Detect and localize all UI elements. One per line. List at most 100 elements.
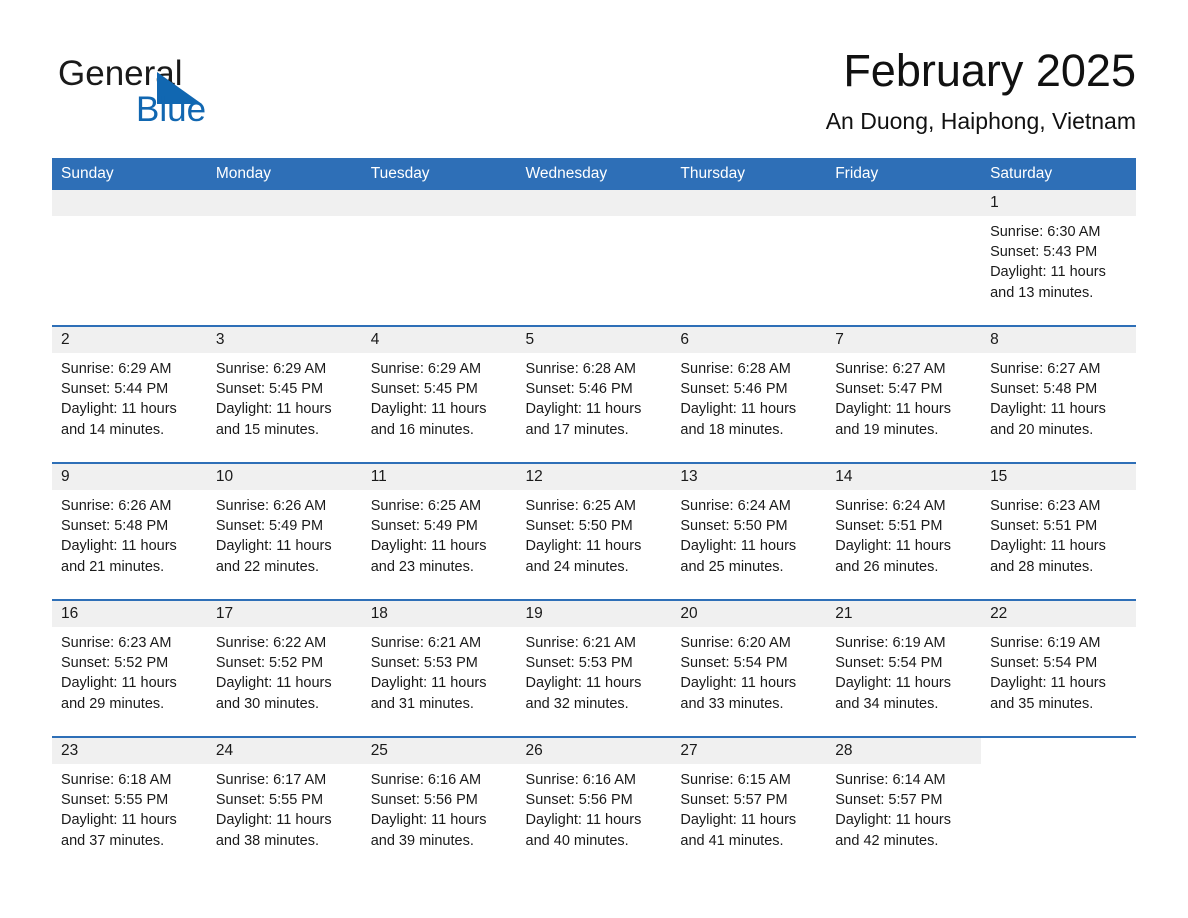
daylight-duration-line2: and 40 minutes. [525,832,629,849]
calendar-day-cell[interactable]: 11 Sunrise: 6:25 AM Sunset: 5:49 PM Dayligh… [361,462,517,600]
daylight-duration-line1: Daylight: 11 hours [990,675,1106,692]
day-number: 5 [516,327,672,353]
daylight-duration-line1: Daylight: 11 hours [370,812,487,829]
day-details: Sunrise: 6:26 AM Sunset: 5:49 PM Daylight:… [207,490,362,577]
daylight-duration-line1: Daylight: 11 hours [990,401,1106,418]
calendar-day-cell[interactable]: 9 Sunrise: 6:26 AM Sunset: 5:48 PM Daylight… [52,462,207,600]
sunrise-time: Sunrise: 6:29 AM [61,361,172,377]
calendar-day-cell[interactable]: 18 Sunrise: 6:21 AM Sunset: 5:53 PM Dayligh… [361,599,517,737]
calendar-day-cell-empty [206,190,362,326]
daylight-duration-line1: Daylight: 11 hours [61,675,177,692]
day-number: 27 [671,738,827,764]
sunset-time: Sunset: 5:53 PM [370,655,478,672]
calendar-day-cell[interactable]: 7 Sunrise: 6:27 AM Sunset: 5:47 PM Daylight… [826,325,982,463]
daylight-duration-line1: Daylight: 11 hours [215,812,332,829]
day-number: 17 [206,601,362,627]
weekday-header-saturday: Saturday [981,158,1136,190]
calendar-day-cell[interactable]: 5 Sunrise: 6:28 AM Sunset: 5:46 PM Daylight… [516,325,672,463]
day-number: 23 [52,738,207,764]
day-details: Sunrise: 6:25 AM Sunset: 5:50 PM Daylight:… [517,490,672,577]
calendar-day-cell[interactable]: 22 Sunrise: 6:19 AM Sunset: 5:54 PM Dayligh… [981,599,1136,737]
day-number: 4 [361,327,517,353]
sunset-time: Sunset: 5:46 PM [525,381,633,398]
calendar-day-cell[interactable]: 4 Sunrise: 6:29 AM Sunset: 5:45 PM Daylight… [361,325,517,463]
calendar-day-cell[interactable]: 21 Sunrise: 6:19 AM Sunset: 5:54 PM Dayligh… [826,599,982,737]
day-details: Sunrise: 6:18 AM Sunset: 5:55 PM Daylight:… [52,764,207,851]
day-details: Sunrise: 6:19 AM Sunset: 5:54 PM Daylight:… [826,627,981,714]
sunrise-time: Sunrise: 6:22 AM [215,635,327,651]
daylight-duration-line2: and 20 minutes. [990,421,1094,438]
daylight-duration-line1: Daylight: 11 hours [835,675,952,692]
sunrise-time: Sunrise: 6:27 AM [835,361,946,377]
calendar-day-cell[interactable]: 8 Sunrise: 6:27 AM Sunset: 5:48 PM Daylight… [981,325,1136,463]
daylight-duration-line1: Daylight: 11 hours [525,401,642,418]
sunrise-sunset-calendar-table: Sunday Monday Tuesday Wednesday Thursday… [52,158,1136,873]
day-number: 22 [981,601,1136,627]
sunset-time: Sunset: 5:56 PM [370,792,478,809]
calendar-day-cell[interactable]: 12 Sunrise: 6:25 AM Sunset: 5:50 PM Dayligh… [516,462,672,600]
calendar-day-cell[interactable]: 19 Sunrise: 6:21 AM Sunset: 5:53 PM Dayligh… [516,599,672,737]
calendar-day-cell[interactable]: 25 Sunrise: 6:16 AM Sunset: 5:56 PM Dayligh… [361,736,517,873]
day-details: Sunrise: 6:27 AM Sunset: 5:48 PM Daylight:… [981,353,1136,440]
day-number: 16 [52,601,207,627]
day-number: 19 [516,601,672,627]
sunrise-time: Sunrise: 6:21 AM [370,635,482,651]
sunrise-time: Sunrise: 6:23 AM [990,498,1101,514]
sunset-time: Sunset: 5:53 PM [525,655,633,672]
sunrise-time: Sunrise: 6:28 AM [680,361,791,377]
sunset-time: Sunset: 5:54 PM [680,655,788,672]
day-number: 3 [206,327,362,353]
day-number: 14 [826,464,982,490]
calendar-day-cell[interactable]: 15 Sunrise: 6:23 AM Sunset: 5:51 PM Dayligh… [981,462,1136,600]
calendar-day-cell[interactable]: 17 Sunrise: 6:22 AM Sunset: 5:52 PM Dayligh… [206,599,362,737]
calendar-body: 1 Sunrise: 6:30 AM Sunset: 5:43 PM Daylight… [52,190,1136,873]
calendar-day-cell[interactable]: 24 Sunrise: 6:17 AM Sunset: 5:55 PM Dayligh… [206,736,362,873]
calendar-day-cell[interactable]: 6 Sunrise: 6:28 AM Sunset: 5:46 PM Daylight… [671,325,827,463]
day-details: Sunrise: 6:16 AM Sunset: 5:56 PM Daylight:… [362,764,517,851]
calendar-day-cell[interactable]: 14 Sunrise: 6:24 AM Sunset: 5:51 PM Dayligh… [826,462,982,600]
calendar-day-cell[interactable]: 27 Sunrise: 6:15 AM Sunset: 5:57 PM Dayligh… [671,736,827,873]
calendar-day-cell[interactable]: 26 Sunrise: 6:16 AM Sunset: 5:56 PM Dayligh… [516,736,672,873]
day-details: Sunrise: 6:22 AM Sunset: 5:52 PM Daylight:… [207,627,362,714]
calendar-day-cell[interactable]: 2 Sunrise: 6:29 AM Sunset: 5:44 PM Daylight… [52,325,207,463]
daylight-duration-line2: and 19 minutes. [835,421,939,438]
daylight-duration-line1: Daylight: 11 hours [990,538,1106,555]
sunrise-time: Sunrise: 6:25 AM [525,498,636,514]
calendar-day-cell[interactable]: 13 Sunrise: 6:24 AM Sunset: 5:50 PM Dayligh… [671,462,827,600]
daylight-duration-line1: Daylight: 11 hours [680,675,797,692]
daylight-duration-line2: and 33 minutes. [680,695,784,712]
calendar-day-cell[interactable]: 1 Sunrise: 6:30 AM Sunset: 5:43 PM Daylight… [981,190,1136,326]
daylight-duration-line2: and 39 minutes. [370,832,474,849]
daylight-duration-line1: Daylight: 11 hours [370,675,487,692]
calendar-day-cell[interactable]: 16 Sunrise: 6:23 AM Sunset: 5:52 PM Dayligh… [52,599,207,737]
day-number: 28 [826,738,982,764]
sunset-time: Sunset: 5:52 PM [215,655,324,672]
day-number: 20 [671,601,827,627]
day-details: Sunrise: 6:20 AM Sunset: 5:54 PM Daylight:… [671,627,826,714]
calendar-day-cell-empty [361,190,517,326]
day-number: 10 [206,464,362,490]
daylight-duration-line1: Daylight: 11 hours [525,675,642,692]
calendar-day-cell[interactable]: 3 Sunrise: 6:29 AM Sunset: 5:45 PM Daylight… [206,325,362,463]
calendar-day-cell[interactable]: 28 Sunrise: 6:14 AM Sunset: 5:57 PM Dayligh… [826,736,982,873]
sunset-time: Sunset: 5:46 PM [680,381,788,398]
day-number: 9 [52,464,207,490]
day-details: Sunrise: 6:23 AM Sunset: 5:51 PM Daylight:… [981,490,1136,577]
daylight-duration-line2: and 38 minutes. [215,832,320,849]
day-details: Sunrise: 6:29 AM Sunset: 5:45 PM Daylight:… [207,353,362,440]
daylight-duration-line2: and 16 minutes. [370,421,474,438]
day-details: Sunrise: 6:19 AM Sunset: 5:54 PM Daylight:… [981,627,1136,714]
calendar-day-cell[interactable]: 20 Sunrise: 6:20 AM Sunset: 5:54 PM Dayligh… [671,599,827,737]
calendar-day-cell[interactable]: 10 Sunrise: 6:26 AM Sunset: 5:49 PM Dayligh… [206,462,362,600]
day-details: Sunrise: 6:28 AM Sunset: 5:46 PM Daylight:… [671,353,826,440]
day-number: 12 [516,464,672,490]
day-details: Sunrise: 6:21 AM Sunset: 5:53 PM Daylight:… [517,627,672,714]
daylight-duration-line2: and 14 minutes. [61,421,165,438]
sunset-time: Sunset: 5:49 PM [370,518,478,535]
sunrise-time: Sunrise: 6:24 AM [835,498,946,514]
calendar-day-cell[interactable]: 23 Sunrise: 6:18 AM Sunset: 5:55 PM Dayligh… [52,736,207,873]
sunrise-time: Sunrise: 6:29 AM [215,361,327,377]
weekday-header-thursday: Thursday [671,158,827,190]
sunrise-time: Sunrise: 6:27 AM [990,361,1101,377]
day-number: 7 [826,327,982,353]
